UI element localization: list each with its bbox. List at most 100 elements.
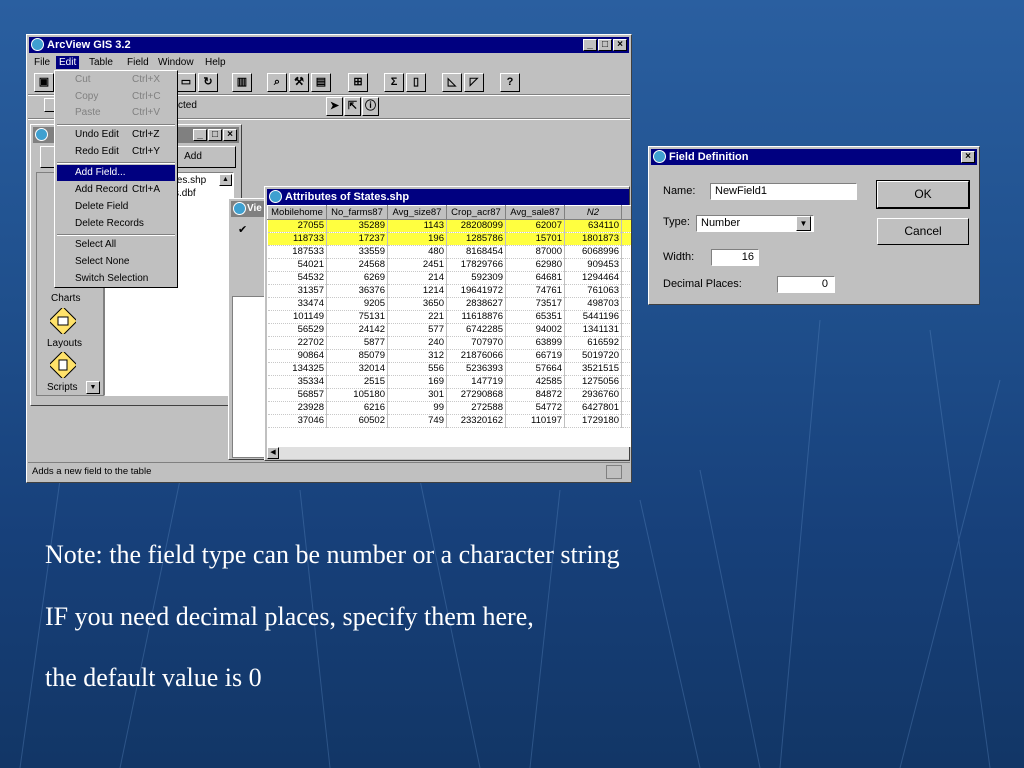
table-cell[interactable]: 577	[387, 323, 447, 337]
table-cell[interactable]: 11618876	[446, 310, 506, 324]
table-cell[interactable]: 2515	[326, 375, 388, 389]
chevron-down-icon[interactable]: ▼	[796, 216, 811, 231]
table-cell[interactable]: 99	[387, 401, 447, 415]
menu-file[interactable]: File	[31, 56, 53, 69]
table-cell[interactable]: 23928	[267, 401, 327, 415]
maximize-button[interactable]: □	[598, 39, 612, 51]
table-cell[interactable]: 94002	[505, 323, 565, 337]
table-row[interactable]: 3704660502749233201621101971729180172	[267, 414, 631, 428]
close-button[interactable]: ×	[613, 39, 627, 51]
table-cell[interactable]: 28208099	[446, 219, 506, 233]
column-header[interactable]: Avg_size87	[387, 205, 447, 220]
table-cell[interactable]: 5236393	[446, 362, 506, 376]
menu-item-cut[interactable]: Cut Ctrl+X	[57, 72, 175, 88]
table-cell[interactable]: 6427801	[564, 401, 622, 415]
table-cell[interactable]: 57664	[505, 362, 565, 376]
table-cell[interactable]: 73517	[505, 297, 565, 311]
table-cell[interactable]: 592309	[446, 271, 506, 285]
table-cell[interactable]: 1294464	[564, 271, 622, 285]
menu-item-switch-selection[interactable]: Switch Selection	[57, 271, 175, 287]
icons-scroll-down[interactable]: ▼	[86, 381, 100, 394]
table-cell[interactable]: 9205	[326, 297, 388, 311]
table-cell[interactable]: 60502	[326, 414, 388, 428]
table-cell[interactable]: 761063	[564, 284, 622, 298]
column-header[interactable]: Avg_sale87	[505, 205, 565, 220]
table-cell[interactable]: 6269	[326, 271, 388, 285]
table-cell[interactable]: 749	[387, 414, 447, 428]
table-cell[interactable]: 2936760	[564, 388, 622, 402]
table-row[interactable]: 353342515169147719425851275056125	[267, 375, 631, 389]
table-cell[interactable]: 84872	[505, 388, 565, 402]
table-cell[interactable]: 640	[621, 401, 631, 415]
ok-button[interactable]: OK	[876, 180, 970, 209]
table-row[interactable]: 1011497513122111618876653515441196540	[267, 310, 631, 324]
table-cell[interactable]: 132	[621, 323, 631, 337]
column-header[interactable]: N2	[564, 205, 622, 220]
table-cell[interactable]: 128	[621, 271, 631, 285]
list-scroll-up[interactable]: ▲	[219, 174, 232, 186]
table-cell[interactable]: 90	[621, 258, 631, 272]
scroll-left-button[interactable]: ◀	[267, 447, 279, 459]
table-cell[interactable]: 64681	[505, 271, 565, 285]
table-cell[interactable]: 498703	[564, 297, 622, 311]
table-cell[interactable]: 147719	[446, 375, 506, 389]
table-cell[interactable]: 62007	[505, 219, 565, 233]
table-cell[interactable]: 75131	[326, 310, 388, 324]
table-cell[interactable]: 6216	[326, 401, 388, 415]
table-row[interactable]: 54021245682451178297666298090945390	[267, 258, 631, 272]
table-cell[interactable]: 125	[621, 375, 631, 389]
table-cell[interactable]: 36376	[326, 284, 388, 298]
menu-item-add-record[interactable]: Add Record Ctrl+A	[57, 182, 175, 198]
file-item-shp[interactable]: tes.shp	[174, 175, 206, 186]
menu-item-select-all[interactable]: Select All	[57, 237, 175, 253]
table-cell[interactable]: 27055	[267, 219, 327, 233]
table-cell[interactable]: 707970	[446, 336, 506, 350]
project-minimize-button[interactable]: _	[193, 129, 207, 141]
table-cell[interactable]: 54532	[267, 271, 327, 285]
menu-item-delete-records[interactable]: Delete Records	[57, 216, 175, 232]
table-cell[interactable]: 540	[621, 310, 631, 324]
menu-item-undo-edit[interactable]: Undo Edit Ctrl+Z	[57, 127, 175, 143]
charts-icon[interactable]	[48, 306, 78, 336]
table-cell[interactable]: 214	[387, 271, 447, 285]
table-cell[interactable]: 5019720	[564, 349, 622, 363]
dialog-close-button[interactable]: ×	[961, 151, 975, 163]
table-cell[interactable]: 599	[621, 245, 631, 259]
table-cell[interactable]: 15701	[505, 232, 565, 246]
table-cell[interactable]: 240	[387, 336, 447, 350]
table-cell[interactable]: 31357	[267, 284, 327, 298]
table-cell[interactable]: 35334	[267, 375, 327, 389]
info-tool-icon[interactable]: ⓘ	[362, 97, 379, 116]
table-row[interactable]: 23928621699272588547726427801640	[267, 401, 631, 415]
table-cell[interactable]: 35289	[326, 219, 388, 233]
resize-grip-icon[interactable]	[606, 465, 622, 479]
table-cell[interactable]: 187533	[267, 245, 327, 259]
table-row[interactable]: 56529241425776742285940021341131132	[267, 323, 631, 337]
menu-item-delete-field[interactable]: Delete Field	[57, 199, 175, 215]
table-cell[interactable]: 27290868	[446, 388, 506, 402]
table-cell[interactable]: 49	[621, 297, 631, 311]
table-cell[interactable]: 5877	[326, 336, 388, 350]
table-cell[interactable]: 616592	[564, 336, 622, 350]
table-cell[interactable]: 61	[621, 336, 631, 350]
column-header[interactable]: Crop_acr87	[446, 205, 506, 220]
table-cell[interactable]: 101149	[267, 310, 327, 324]
table-cell[interactable]: 65351	[505, 310, 565, 324]
table-cell[interactable]: 909453	[564, 258, 622, 272]
help-pointer-button[interactable]: ?	[500, 73, 520, 92]
table-cell[interactable]: 33559	[326, 245, 388, 259]
table-row[interactable]: 118733172371961285786157011801873180	[267, 232, 631, 246]
table-cell[interactable]: 1285786	[446, 232, 506, 246]
table-cell[interactable]: 105180	[326, 388, 388, 402]
table-cell[interactable]: 196	[387, 232, 447, 246]
table-cell[interactable]: 6068996	[564, 245, 622, 259]
sum-button[interactable]: Σ	[384, 73, 404, 92]
decimal-places-input[interactable]: 0	[777, 276, 835, 293]
table-cell[interactable]: 556	[387, 362, 447, 376]
layouts-icon[interactable]	[48, 350, 78, 380]
table-view-button[interactable]: ▭	[176, 73, 196, 92]
table-cell[interactable]: 42585	[505, 375, 565, 389]
table-cell[interactable]: 347	[621, 362, 631, 376]
table-cell[interactable]: 62980	[505, 258, 565, 272]
save-project-button[interactable]: ▣	[34, 73, 54, 92]
